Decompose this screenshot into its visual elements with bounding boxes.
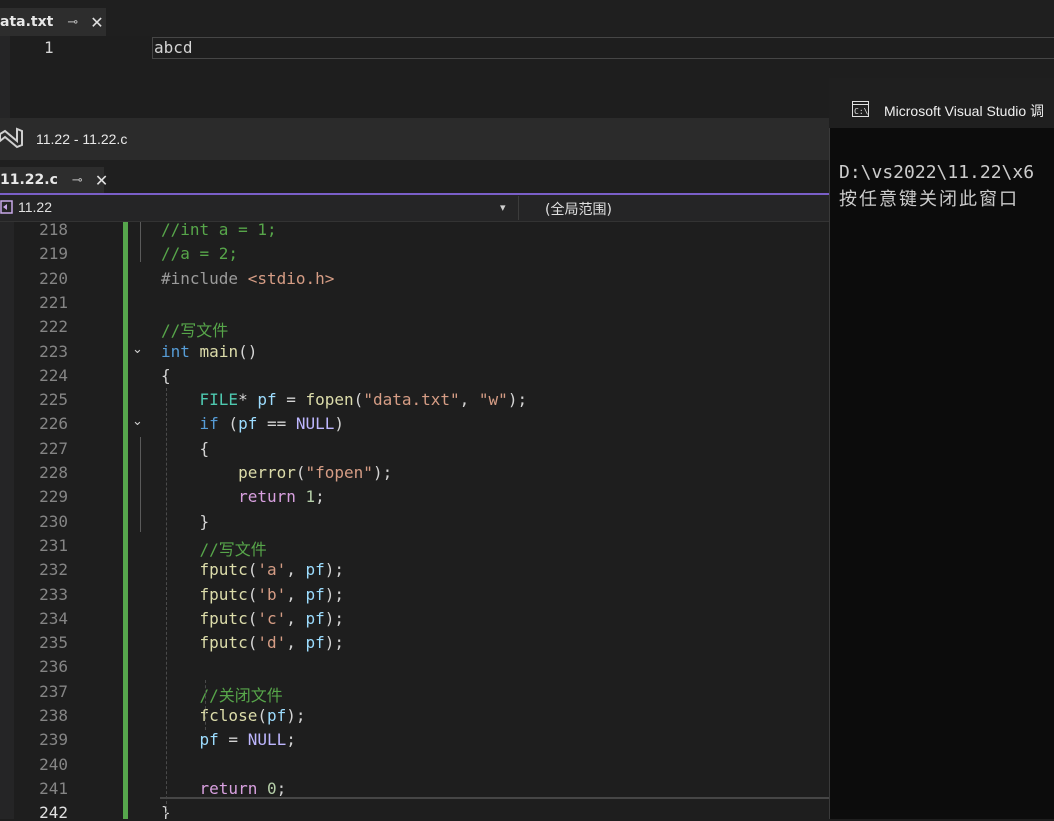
- fold-chevron-icon[interactable]: ⌄: [132, 342, 143, 357]
- pin-icon[interactable]: ⊸: [67, 15, 78, 30]
- current-line-highlight: [160, 797, 830, 821]
- line-number: 228: [39, 463, 68, 482]
- code-text[interactable]: int main(): [161, 342, 257, 361]
- navigation-bar: [0, 195, 830, 222]
- scope-dropdown[interactable]: (全局范围): [545, 199, 612, 219]
- line-number: 225: [39, 390, 68, 410]
- line-number: 237: [39, 681, 68, 701]
- code-text[interactable]: FILE* pf = fopen("data.txt", "w");: [161, 390, 528, 409]
- console-icon: C:\: [852, 101, 869, 117]
- code-tab-bar: [0, 160, 830, 195]
- code-text[interactable]: fclose(pf);: [161, 706, 306, 725]
- data-tab-bar: [0, 0, 1054, 38]
- line-number: 232: [39, 560, 68, 580]
- line-number: 241: [39, 778, 68, 798]
- line-number: 229: [39, 487, 68, 507]
- code-text[interactable]: {: [161, 366, 171, 385]
- tab-data-txt-label: ata.txt: [0, 14, 54, 30]
- fold-chevron-icon[interactable]: ⌄: [132, 414, 143, 429]
- svg-text:C:\: C:\: [854, 107, 869, 116]
- nav-divider: [518, 196, 519, 220]
- chevron-down-icon[interactable]: ▾: [500, 201, 506, 214]
- code-text[interactable]: //a = 2;: [161, 244, 238, 263]
- code-text[interactable]: //int a = 1;: [161, 222, 277, 239]
- console-title: Microsoft Visual Studio 调: [884, 103, 1045, 119]
- line-number: 1: [44, 38, 54, 57]
- line-number: 233: [39, 584, 68, 604]
- tab-11-22-c-label: 11.22.c: [0, 172, 58, 188]
- fold-bracket-line: [140, 222, 141, 262]
- line-number: 218: [39, 222, 68, 239]
- close-icon[interactable]: ✕: [90, 13, 103, 32]
- code-text[interactable]: //写文件: [161, 536, 267, 560]
- code-text[interactable]: fputc('b', pf);: [161, 585, 345, 604]
- project-dropdown[interactable]: 11.22: [18, 199, 52, 215]
- line-number: 234: [39, 608, 68, 628]
- line-number: 219: [39, 244, 68, 264]
- change-tracking-bar: [123, 222, 128, 819]
- line-number: 236: [39, 657, 68, 677]
- line-number: 231: [39, 535, 68, 555]
- line-number: 221: [39, 292, 68, 312]
- data-editor-margin: [0, 36, 10, 118]
- code-text[interactable]: return 0;: [161, 779, 287, 798]
- line-number: 238: [39, 706, 68, 725]
- line-number: 226: [39, 414, 68, 434]
- tab-11-22-c[interactable]: 11.22.c ⊸ ✕: [0, 167, 108, 193]
- line-number: 235: [39, 633, 68, 653]
- indent-guide: [205, 680, 206, 730]
- code-text[interactable]: if (pf == NULL): [161, 414, 345, 433]
- line-number: 239: [39, 730, 68, 750]
- visual-studio-logo-icon: [0, 127, 23, 149]
- close-icon[interactable]: ✕: [95, 171, 108, 190]
- indent-guide: [166, 388, 167, 814]
- code-text[interactable]: }: [161, 512, 210, 531]
- line-number: 242: [39, 803, 68, 819]
- tab-data-txt[interactable]: ata.txt ⊸ ✕: [0, 8, 106, 36]
- line-number: 224: [39, 365, 68, 385]
- console-output-prompt: 按任意键关闭此窗口: [839, 189, 1019, 210]
- line-number: 223: [39, 341, 68, 361]
- line-number: 222: [39, 317, 68, 337]
- project-icon: [0, 200, 13, 214]
- code-text[interactable]: #include <stdio.h>: [161, 269, 334, 288]
- line-number: 227: [39, 438, 68, 458]
- code-text[interactable]: return 1;: [161, 487, 325, 506]
- code-text[interactable]: fputc('c', pf);: [161, 609, 345, 628]
- console-output-path: D:\vs2022\11.22\x6: [839, 162, 1035, 183]
- data-file-content[interactable]: abcd: [154, 38, 193, 57]
- window-title: 11.22 - 11.22.c: [36, 131, 128, 147]
- code-text[interactable]: fputc('a', pf);: [161, 560, 345, 579]
- line-number: 240: [39, 754, 68, 774]
- code-text[interactable]: pf = NULL;: [161, 730, 296, 749]
- fold-bracket-line: [140, 437, 141, 532]
- code-text[interactable]: fputc('d', pf);: [161, 633, 345, 652]
- current-line-highlight: [152, 37, 1054, 59]
- line-number: 230: [39, 511, 68, 531]
- code-text[interactable]: {: [161, 439, 210, 458]
- pin-icon[interactable]: ⊸: [72, 173, 83, 188]
- code-text[interactable]: //写文件: [161, 317, 228, 341]
- line-number: 220: [39, 268, 68, 288]
- code-text[interactable]: perror("fopen");: [161, 463, 392, 482]
- code-text[interactable]: //关闭文件: [161, 682, 283, 706]
